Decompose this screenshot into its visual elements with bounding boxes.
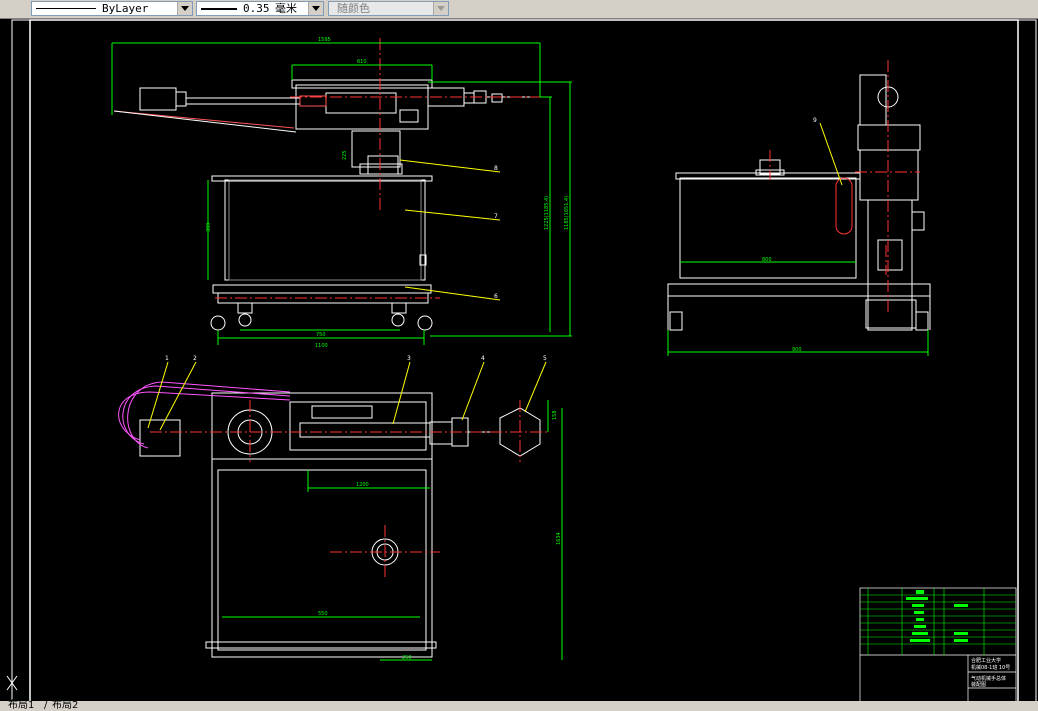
linetype-label: ByLayer (102, 2, 149, 15)
dim-800: 800 (762, 257, 772, 263)
lineweight-unit: 毫米 (275, 2, 297, 15)
side-dimensions (667, 261, 929, 356)
tab-layout-2[interactable]: 布局2 (52, 701, 78, 711)
dim-total-a: 1225(1185.4) (544, 196, 550, 230)
front-dim-text: 1595 610 1100 750 399 225 1225(1185.4) 1… (206, 37, 570, 349)
plan-dimensions (222, 400, 563, 661)
front-center-lines (215, 38, 540, 299)
front-view (113, 79, 536, 331)
dim-610: 610 (357, 59, 367, 65)
side-dim-text: 800 900 (762, 257, 802, 353)
title-class: 机械08-1班 10号 (971, 664, 1010, 671)
balloon-6: 6 (494, 293, 498, 300)
dim-1200: 1200 (356, 482, 369, 488)
plot-style-dropdown[interactable]: 随颜色 (328, 1, 449, 16)
chevron-down-icon[interactable] (308, 2, 323, 15)
front-balloons: 8 7 6 (494, 165, 498, 300)
title-block (859, 587, 1017, 706)
balloon-3: 3 (407, 355, 411, 362)
balloon-2: 2 (193, 355, 197, 362)
linetype-sample (36, 8, 96, 9)
tab-separator: / (44, 700, 48, 711)
balloon-5: 5 (543, 355, 547, 362)
drawing-canvas[interactable]: 1595 610 1100 750 399 225 1225(1185.4) 1… (0, 18, 1038, 707)
linetype-dropdown[interactable]: ByLayer (31, 1, 193, 16)
lineweight-value: 0.35 (243, 2, 270, 15)
dim-399: 399 (206, 222, 212, 232)
lineweight-dropdown[interactable]: 0.35 毫米 (196, 1, 324, 16)
balloon-4: 4 (481, 355, 485, 362)
plan-leaders (147, 361, 547, 431)
plan-center-lines (150, 400, 550, 580)
balloon-7: 7 (494, 213, 498, 220)
balloon-8: 8 (494, 165, 498, 172)
title-drawing-type: 装配图 (971, 681, 986, 688)
plan-dim-text: 1200 550 250 1634 158 (318, 410, 562, 661)
dim-550: 550 (318, 611, 328, 617)
properties-toolbar: ByLayer 0.35 毫米 随颜色 (0, 0, 1038, 19)
title-block-text: 合肥工业大学 机械08-1班 10号 气动机械手总体 装配图 (971, 657, 1010, 688)
tab-layout-1[interactable]: 布局1 (8, 701, 34, 711)
dim-225: 225 (342, 150, 348, 160)
balloon-9: 9 (813, 117, 817, 124)
cad-drawing[interactable]: 1595 610 1100 750 399 225 1225(1185.4) 1… (0, 18, 1038, 707)
title-drawing-name: 气动机械手总体 (971, 675, 1006, 682)
parts-list-grid (860, 588, 1016, 655)
dim-1100: 1100 (315, 343, 328, 349)
lineweight-sample (201, 8, 237, 10)
dim-1634: 1634 (556, 532, 562, 545)
side-view (667, 74, 931, 331)
leader-9 (819, 122, 843, 186)
dim-1595: 1595 (318, 37, 331, 43)
plan-balloons: 1 2 3 4 5 (165, 355, 547, 362)
dim-750: 750 (316, 332, 326, 338)
title-school: 合肥工业大学 (971, 657, 1001, 664)
chevron-down-icon[interactable] (177, 2, 192, 15)
layout-tabs: 布局1 / 布局2 (0, 701, 1038, 711)
chevron-down-icon[interactable] (433, 2, 448, 15)
dim-total-b: 1185(1651.4) (564, 196, 570, 230)
dim-158: 158 (552, 410, 558, 420)
plot-style-label: 随颜色 (337, 2, 370, 15)
dim-250: 250 (402, 655, 412, 661)
dim-900: 900 (792, 347, 802, 353)
balloon-1: 1 (165, 355, 169, 362)
